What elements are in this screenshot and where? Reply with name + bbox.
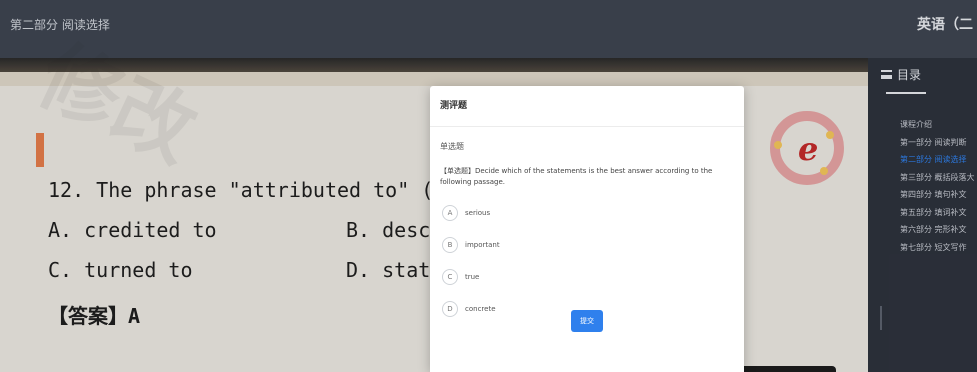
catalog-sidebar: 目录 课程介绍 第一部分 阅读判断 第二部分 阅读选择 第三部分 概括段落大 第… xyxy=(868,58,977,372)
catalog-underline xyxy=(886,92,926,94)
answer-option-a[interactable]: A serious xyxy=(442,205,490,221)
option-text: important xyxy=(465,241,500,249)
radio-circle[interactable]: B xyxy=(442,237,458,253)
dialog-divider xyxy=(430,126,744,127)
catalog-item-part5[interactable]: 第五部分 填词补文 xyxy=(900,204,975,222)
wreath-flower xyxy=(826,131,834,139)
sidebar-scrollbar[interactable] xyxy=(880,306,882,330)
course-title: 英语（二 xyxy=(917,17,973,33)
wreath-logo-icon: e xyxy=(770,111,844,185)
catalog-item-part7[interactable]: 第七部分 短文写作 xyxy=(900,239,975,257)
logo-letter: e xyxy=(798,130,819,168)
video-control-tag[interactable] xyxy=(740,366,836,372)
quiz-dialog: 测评题 单选题 【单选题】Decide which of the stateme… xyxy=(430,86,744,372)
option-text: serious xyxy=(465,209,491,217)
question-stem: 【单选题】Decide which of the statements is t… xyxy=(440,167,713,186)
slide-header-band xyxy=(0,72,868,86)
catalog-item-part3[interactable]: 第三部分 概括段落大 xyxy=(900,169,975,187)
dialog-title: 测评题 xyxy=(440,101,468,111)
answer-option-c[interactable]: C true xyxy=(442,269,479,285)
slide-answer: 【答案】A xyxy=(48,304,141,328)
slide-option-c: C. turned to xyxy=(48,258,193,282)
catalog-item-part4[interactable]: 第四部分 填句补文 xyxy=(900,186,975,204)
option-text: concrete xyxy=(465,305,496,313)
top-bar: 第二部分 阅读选择 英语（二 xyxy=(0,0,977,58)
option-text: true xyxy=(465,273,480,281)
answer-option-d[interactable]: D concrete xyxy=(442,301,496,317)
slide-option-a: A. credited to xyxy=(48,218,217,242)
catalog-item-part2[interactable]: 第二部分 阅读选择 xyxy=(900,151,975,169)
catalog-header[interactable]: 目录 xyxy=(881,66,921,83)
radio-circle[interactable]: A xyxy=(442,205,458,221)
catalog-item-part6[interactable]: 第六部分 完形补文 xyxy=(900,221,975,239)
catalog-list: 课程介绍 第一部分 阅读判断 第二部分 阅读选择 第三部分 概括段落大 第四部分… xyxy=(900,116,975,256)
menu-icon xyxy=(881,70,892,79)
radio-circle[interactable]: D xyxy=(442,301,458,317)
submit-button[interactable]: 提交 xyxy=(571,310,603,332)
answer-option-b[interactable]: B important xyxy=(442,237,500,253)
section-title: 第二部分 阅读选择 xyxy=(10,18,110,32)
slide-accent-mark xyxy=(36,133,44,167)
catalog-item-part1[interactable]: 第一部分 阅读判断 xyxy=(900,134,975,152)
catalog-item-intro[interactable]: 课程介绍 xyxy=(900,116,975,134)
slide-top-strip xyxy=(0,58,868,72)
wreath-flower xyxy=(820,167,828,175)
question-type-label: 单选题 xyxy=(440,142,464,151)
wreath-flower xyxy=(774,141,782,149)
radio-circle[interactable]: C xyxy=(442,269,458,285)
catalog-heading: 目录 xyxy=(897,68,922,82)
